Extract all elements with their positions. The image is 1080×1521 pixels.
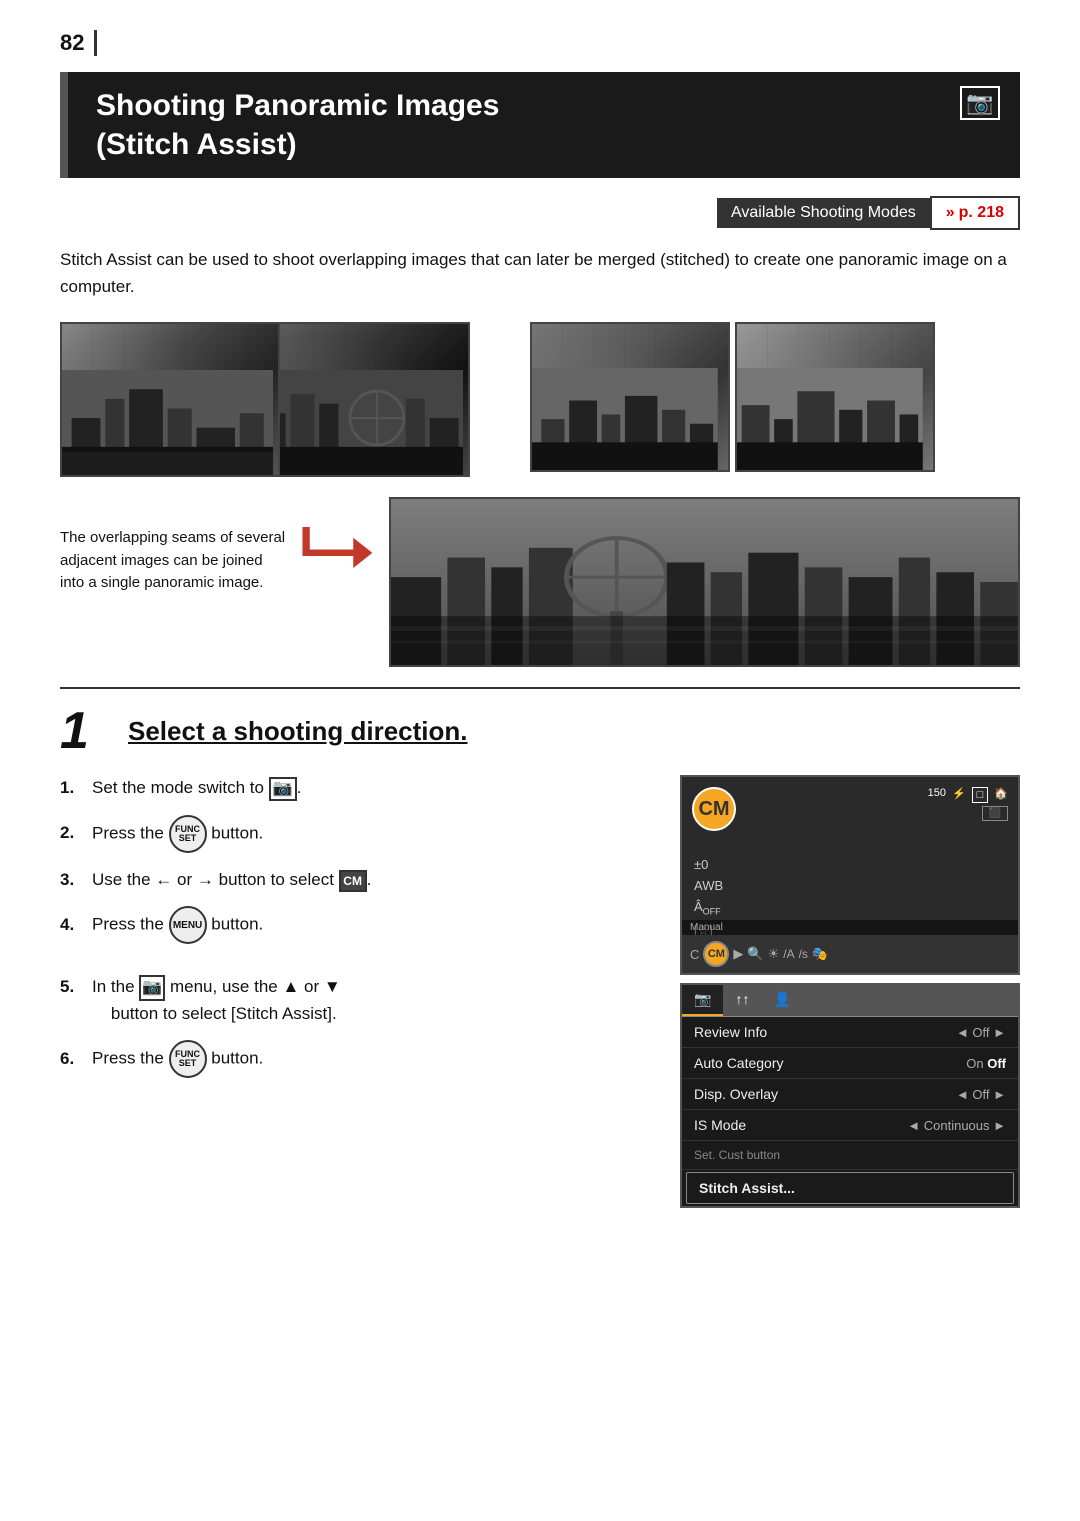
- cam-menu-row-ismode: IS Mode ◄ Continuous ►: [682, 1110, 1018, 1141]
- cm-badge-small: CM: [703, 941, 729, 967]
- step-item-6: 6. Press the FUNCSET button.: [60, 1040, 650, 1078]
- cam-menu-row-autocategory: Auto Category On Off: [682, 1048, 1018, 1079]
- spacer: [60, 958, 650, 974]
- cam-menu-tab-user[interactable]: 👤: [761, 985, 802, 1016]
- pano-illustration: The overlapping seams of several adjacen…: [60, 322, 1020, 667]
- page-num-text: 82: [60, 30, 97, 56]
- cm-mode-icon: CM: [339, 870, 367, 892]
- mode-icons-row: C CM ▶ 🔍 ☀ /A /s 🎭: [682, 935, 1018, 973]
- step-item-3: 3. Use the ← or → button to select CM.: [60, 867, 650, 893]
- cam-menu-row-stitch[interactable]: Stitch Assist...: [686, 1172, 1014, 1204]
- cam-screen-menu: 📷 ↑↑ 👤 Review Info ◄ Off ► Auto Category…: [680, 983, 1020, 1208]
- cam-menu-tab-camera[interactable]: 📷: [682, 985, 723, 1016]
- pano-arrow-row: The overlapping seams of several adjacen…: [60, 497, 1020, 667]
- pano-image-3: [530, 322, 730, 472]
- func-set-button-icon-2: FUNCSET: [169, 1040, 207, 1078]
- pano-image-1: [60, 322, 280, 477]
- step-number: 1: [60, 705, 110, 757]
- pano-result-image: [389, 497, 1020, 667]
- menu-button-icon: MENU: [169, 906, 207, 944]
- cam-mode-strip: Manual C CM ▶ 🔍 ☀ /A /s 🎭: [682, 920, 1018, 973]
- cam-top-right-icons: 150 ⚡ □ 🏠 ⬛: [928, 787, 1008, 821]
- cm-badge-large: CM: [692, 787, 736, 831]
- cam-menu-row-setcust: Set. Cust button: [682, 1141, 1018, 1170]
- step-item-1: 1. Set the mode switch to 📷.: [60, 775, 650, 801]
- title-line2: (Stitch Assist): [96, 128, 297, 161]
- cam-menu-row-review: Review Info ◄ Off ►: [682, 1017, 1018, 1048]
- pano-image-4: [735, 322, 935, 472]
- camera-icon-box: 📷: [960, 86, 1000, 120]
- step-instructions: 1. Set the mode switch to 📷. 2. Press th…: [60, 775, 650, 1208]
- cam-menu-tab-settings[interactable]: ↑↑: [723, 985, 761, 1016]
- pano-gap: [470, 322, 500, 477]
- cam-menu-tab-row: 📷 ↑↑ 👤: [682, 985, 1018, 1017]
- cam-menu-row-overlay: Disp. Overlay ◄ Off ►: [682, 1079, 1018, 1110]
- modes-bar: Available Shooting Modes » p. 218: [60, 196, 1020, 230]
- section-title: Shooting Panoramic Images (Stitch Assist…: [80, 86, 499, 164]
- header-left-bar: [60, 72, 68, 178]
- pano-top-row: [60, 322, 1020, 477]
- pano-arrow-icon: ⮡: [299, 507, 376, 587]
- intro-text: Stitch Assist can be used to shoot overl…: [60, 246, 1020, 300]
- step-content: 1. Set the mode switch to 📷. 2. Press th…: [60, 775, 1020, 1208]
- link-page: p. 218: [959, 204, 1004, 222]
- camera-mode-icon: 📷: [269, 777, 297, 801]
- step-section-1: 1 Select a shooting direction. 1. Set th…: [60, 687, 1020, 1208]
- page-number: 82: [60, 30, 1020, 72]
- title-line1: Shooting Panoramic Images: [96, 89, 499, 122]
- shoot-mode-icon: 📷: [139, 975, 165, 1001]
- step-item-2: 2. Press the FUNCSET button.: [60, 815, 650, 853]
- camera-icon: 📷: [966, 90, 993, 116]
- camera-screens: CM 150 ⚡ □ 🏠 ⬛ ±0 AWB: [680, 775, 1020, 1208]
- pano-overlap-text: The overlapping seams of several adjacen…: [60, 497, 285, 595]
- modes-link[interactable]: » p. 218: [930, 196, 1020, 230]
- step-item-4: 4. Press the MENU button.: [60, 906, 650, 944]
- pano-image-2: [250, 322, 470, 477]
- manual-label: Manual: [682, 920, 1018, 935]
- cam-screen-top: CM 150 ⚡ □ 🏠 ⬛ ±0 AWB: [680, 775, 1020, 975]
- section-header: Shooting Panoramic Images (Stitch Assist…: [60, 72, 1020, 178]
- step-item-5: 5. In the 📷 menu, use the ▲ or ▼ button …: [60, 974, 650, 1026]
- step-title: Select a shooting direction.: [128, 716, 468, 747]
- func-set-button-icon: FUNCSET: [169, 815, 207, 853]
- or-text: or: [177, 870, 192, 889]
- step-header: 1 Select a shooting direction.: [60, 705, 1020, 757]
- modes-label: Available Shooting Modes: [717, 198, 930, 228]
- link-arrows: »: [946, 204, 955, 222]
